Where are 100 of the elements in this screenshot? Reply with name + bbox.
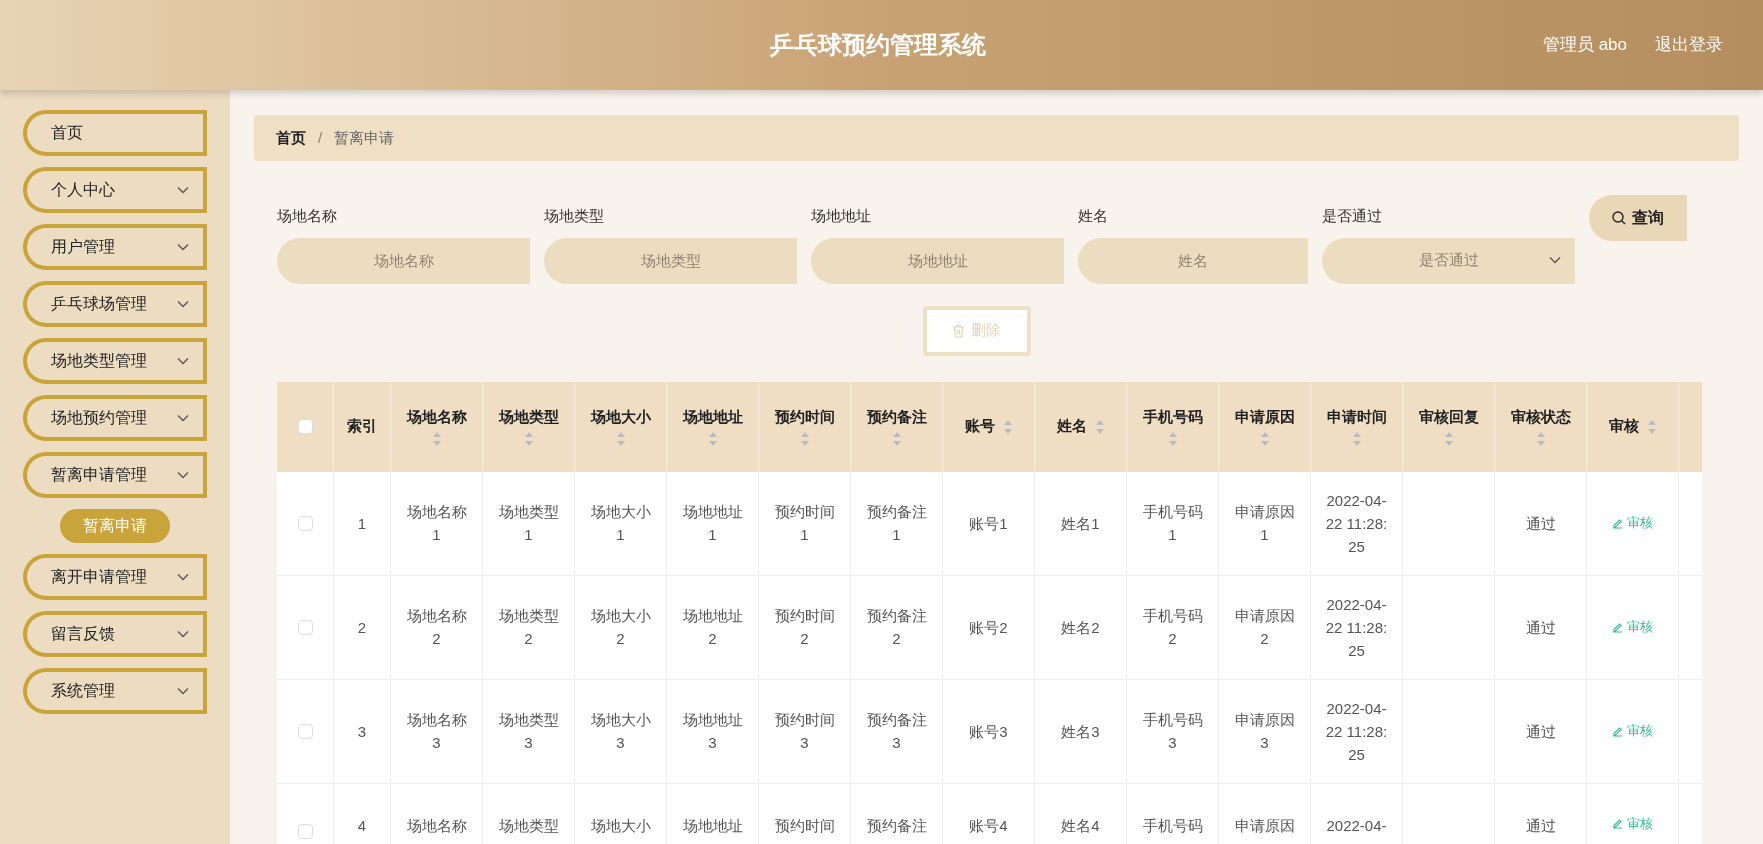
filter-input[interactable]: 姓名 xyxy=(1078,237,1308,284)
sort-icon[interactable] xyxy=(1002,418,1013,435)
table-cell-text: 场地类型 xyxy=(498,815,559,836)
filter-input[interactable]: 场地地址 xyxy=(811,237,1064,284)
sort-icon[interactable] xyxy=(615,430,626,447)
table-cell-text: 3 xyxy=(357,721,367,742)
table-cell-text: 姓名3 xyxy=(1061,721,1100,742)
table-cell-text: 手机号码 xyxy=(1142,815,1203,836)
sidebar-menu-item[interactable]: 场地类型管理 xyxy=(23,338,207,384)
filter-input[interactable]: 场地名称 xyxy=(277,237,530,284)
table-cell-text: 场地大小 xyxy=(590,815,651,836)
filter-label: 是否通过 xyxy=(1322,206,1383,226)
sidebar-menu-item[interactable]: 离开申请管理 xyxy=(23,554,207,600)
row-checkbox[interactable] xyxy=(297,823,313,839)
column-header: 审核回复 xyxy=(1418,407,1479,428)
row-checkbox[interactable] xyxy=(297,723,313,739)
table-cell-text: 申请原因 xyxy=(1234,815,1295,836)
table-cell-text: 手机号码3 xyxy=(1141,710,1204,753)
sort-icon[interactable] xyxy=(523,430,534,447)
filter-label: 场地地址 xyxy=(811,206,872,226)
table-cell-text: 姓名2 xyxy=(1061,617,1100,638)
edit-icon xyxy=(1612,817,1623,829)
breadcrumb-link[interactable]: 暂离申请 xyxy=(334,126,395,150)
breadcrumb-link[interactable]: 首页 xyxy=(276,126,306,150)
table-cell-text: 预约时间 xyxy=(774,815,835,836)
sort-icon[interactable] xyxy=(1094,418,1105,435)
table-cell-text: 场地地址2 xyxy=(681,606,744,649)
search-button[interactable]: 查询 xyxy=(1589,195,1687,241)
table-cell-text: 场地地址1 xyxy=(681,502,744,545)
sidebar-menu-item[interactable]: 场地预约管理 xyxy=(23,395,207,441)
table-cell-text: 通过 xyxy=(1525,617,1556,638)
column-header: 申请原因 xyxy=(1234,407,1295,428)
table-cell-text: 场地类型2 xyxy=(497,606,560,649)
column-header: 审核状态 xyxy=(1510,407,1571,428)
trash-icon xyxy=(952,323,965,338)
app-title: 乒乓球预约管理系统 xyxy=(769,30,986,60)
sidebar-menu-item[interactable]: 暂离申请管理 xyxy=(23,452,207,498)
sidebar-menu-item[interactable]: 乒乓球场管理 xyxy=(23,281,207,327)
filter-label: 场地名称 xyxy=(277,206,338,226)
sidebar-menu-item[interactable]: 个人中心 xyxy=(23,167,207,213)
sort-icon[interactable] xyxy=(1646,418,1657,435)
table-cell-text: 场地名称1 xyxy=(405,502,468,545)
table-cell-text: 预约备注3 xyxy=(865,710,928,753)
sort-icon[interactable] xyxy=(1443,430,1454,447)
table-cell-text: 账号3 xyxy=(969,721,1008,742)
filter-label: 场地类型 xyxy=(544,206,605,226)
breadcrumb-separator: / xyxy=(318,127,323,148)
table-cell-text: 场地名称3 xyxy=(405,710,468,753)
sort-icon[interactable] xyxy=(1535,430,1546,447)
sort-icon[interactable] xyxy=(1259,430,1270,447)
chevron-down-icon xyxy=(177,186,189,194)
sidebar-menu-item[interactable]: 系统管理 xyxy=(23,668,207,714)
edit-icon xyxy=(1612,517,1623,529)
table-cell-text: 1 xyxy=(357,513,367,534)
table-cell-text: 预约时间3 xyxy=(773,710,836,753)
table-cell-text: 场地地址 xyxy=(682,815,743,836)
column-header: 场地地址 xyxy=(682,407,743,428)
column-header: 姓名 xyxy=(1056,416,1087,437)
sort-icon[interactable] xyxy=(431,430,442,447)
table-cell-text: 4 xyxy=(357,815,367,836)
table-cell-text: 预约备注1 xyxy=(865,502,928,545)
column-header: 场地大小 xyxy=(590,407,651,428)
column-header: 索引 xyxy=(347,416,377,437)
chevron-down-icon xyxy=(177,630,189,638)
column-header: 审核 xyxy=(1608,416,1639,437)
table-cell-text: 账号1 xyxy=(969,513,1008,534)
table-cell-text: 场地类型3 xyxy=(497,710,560,753)
filter-label: 姓名 xyxy=(1078,206,1109,226)
select-all-checkbox[interactable] xyxy=(297,419,313,434)
table-cell-text: 申请原因1 xyxy=(1233,502,1296,545)
table-cell-text: 场地名称2 xyxy=(405,606,468,649)
table-cell-text: 预约备注2 xyxy=(865,606,928,649)
table-cell-text: 场地大小2 xyxy=(589,606,652,649)
sort-icon[interactable] xyxy=(707,430,718,447)
table-cell-text: 姓名1 xyxy=(1061,513,1100,534)
sort-icon[interactable] xyxy=(891,430,902,447)
sort-icon[interactable] xyxy=(1167,430,1178,447)
filter-input[interactable]: 场地类型 xyxy=(544,237,797,284)
chevron-down-icon xyxy=(177,687,189,695)
sidebar-menu-item[interactable]: 留言反馈 xyxy=(23,611,207,657)
table-cell-text: 申请原因3 xyxy=(1233,710,1296,753)
row-checkbox[interactable] xyxy=(297,619,313,635)
table-cell-text: 通过 xyxy=(1525,815,1556,836)
sidebar-menu-item[interactable]: 用户管理 xyxy=(23,224,207,270)
table-cell-text: 场地大小3 xyxy=(589,710,652,753)
column-header: 手机号码 xyxy=(1142,407,1203,428)
chevron-down-icon xyxy=(1549,255,1561,264)
table-cell-text: 手机号码1 xyxy=(1141,502,1204,545)
chevron-down-icon xyxy=(177,471,189,479)
sort-icon[interactable] xyxy=(799,430,810,447)
chevron-down-icon xyxy=(177,573,189,581)
column-header: 场地名称 xyxy=(406,407,467,428)
chevron-down-icon xyxy=(177,414,189,422)
table-cell-text: 预约时间1 xyxy=(773,502,836,545)
column-header: 场地类型 xyxy=(498,407,559,428)
table-cell-text: 手机号码2 xyxy=(1141,606,1204,649)
row-checkbox[interactable] xyxy=(297,515,313,531)
sort-icon[interactable] xyxy=(1351,430,1362,447)
table-cell-text: 预约备注 xyxy=(866,815,927,836)
sidebar-menu-item[interactable]: 首页 xyxy=(23,110,207,156)
